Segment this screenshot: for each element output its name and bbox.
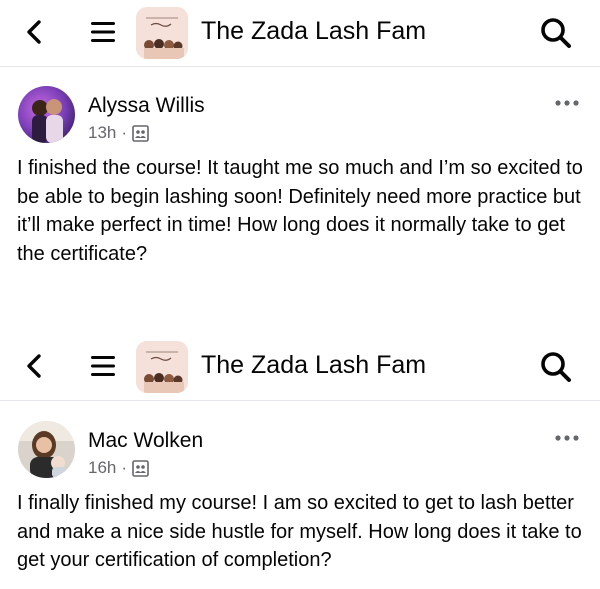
- post-body: I finished the course! It taught me so m…: [17, 157, 583, 265]
- avatar[interactable]: [18, 86, 75, 143]
- group-avatar[interactable]: [136, 7, 188, 59]
- post: Alyssa Willis 13h · I finished the cours…: [0, 80, 600, 330]
- group-audience-icon: [132, 124, 149, 142]
- group-avatar[interactable]: [136, 341, 188, 393]
- menu-icon[interactable]: [90, 352, 116, 380]
- group-title[interactable]: The Zada Lash Fam: [201, 14, 426, 48]
- post-time[interactable]: 13h: [88, 122, 116, 144]
- back-icon[interactable]: [22, 352, 48, 380]
- author-name[interactable]: Alyssa Willis: [88, 93, 205, 119]
- avatar[interactable]: [18, 421, 75, 478]
- post-time[interactable]: 16h: [88, 457, 116, 479]
- post-body: I finally finished my course! I am so ex…: [17, 492, 582, 571]
- meta-separator: ·: [121, 123, 128, 142]
- more-options-icon[interactable]: [554, 433, 580, 443]
- post-meta: 16h ·: [88, 457, 149, 479]
- post: Mac Wolken 16h · I finally finished my c…: [0, 415, 600, 589]
- search-icon[interactable]: [538, 15, 574, 51]
- post-meta: 13h ·: [88, 122, 149, 144]
- group-header: The Zada Lash Fam: [0, 334, 600, 401]
- group-title[interactable]: The Zada Lash Fam: [201, 348, 426, 382]
- search-icon[interactable]: [538, 349, 574, 385]
- group-audience-icon: [132, 459, 149, 477]
- group-header: The Zada Lash Fam: [0, 0, 600, 67]
- author-name[interactable]: Mac Wolken: [88, 428, 203, 454]
- more-options-icon[interactable]: [554, 98, 580, 108]
- menu-icon[interactable]: [90, 18, 116, 46]
- back-icon[interactable]: [22, 18, 48, 46]
- meta-separator: ·: [121, 458, 128, 477]
